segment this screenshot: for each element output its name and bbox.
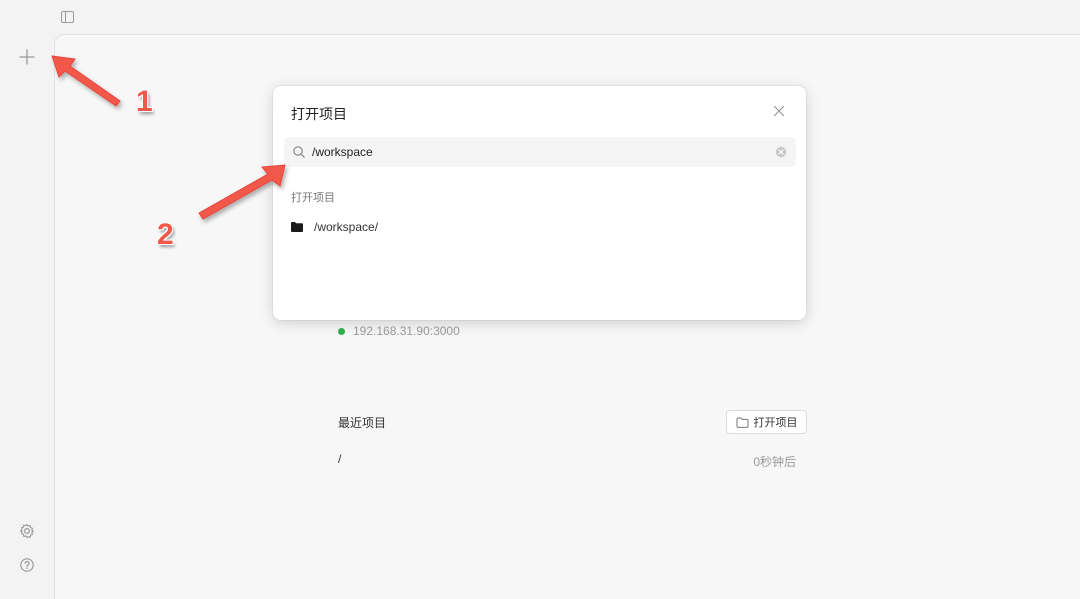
results-section-label: 打开项目 [291,192,335,204]
sidebar-toggle-icon[interactable] [61,11,74,23]
server-status: 192.168.31.90:3000 [338,323,460,339]
open-folder-icon [736,417,749,428]
recent-project-time: 0秒钟后 [753,455,796,469]
open-project-label: 打开项目 [753,417,798,429]
annotation-label-1: 1 [136,85,153,118]
recent-project-path[interactable]: / [338,452,341,466]
dialog-title: 打开项目 [291,106,347,122]
plus-icon[interactable] [14,44,40,70]
search-icon [292,145,306,159]
result-label: /workspace/ [314,220,379,234]
folder-icon [291,222,303,232]
app-window: 192.168.31.90:3000 最近项目 打开项目 / 0秒钟后 打开项目… [0,0,1080,599]
open-project-dialog: 打开项目 打开项目 /workspace/ [273,86,806,320]
clear-search-icon[interactable] [775,146,787,158]
question-icon[interactable] [14,552,40,578]
top-bar [0,0,1080,34]
search-box [284,137,796,167]
annotation-label-2: 2 [157,218,174,251]
gear-icon[interactable] [14,518,40,544]
left-rail [0,34,55,599]
server-address: 192.168.31.90:3000 [353,324,460,338]
search-input[interactable] [312,142,762,162]
recent-projects-title: 最近项目 [338,416,387,430]
close-icon[interactable] [772,104,786,118]
status-dot [338,327,345,335]
open-project-button[interactable]: 打开项目 [726,410,807,434]
result-item-workspace[interactable]: /workspace/ [284,216,796,238]
